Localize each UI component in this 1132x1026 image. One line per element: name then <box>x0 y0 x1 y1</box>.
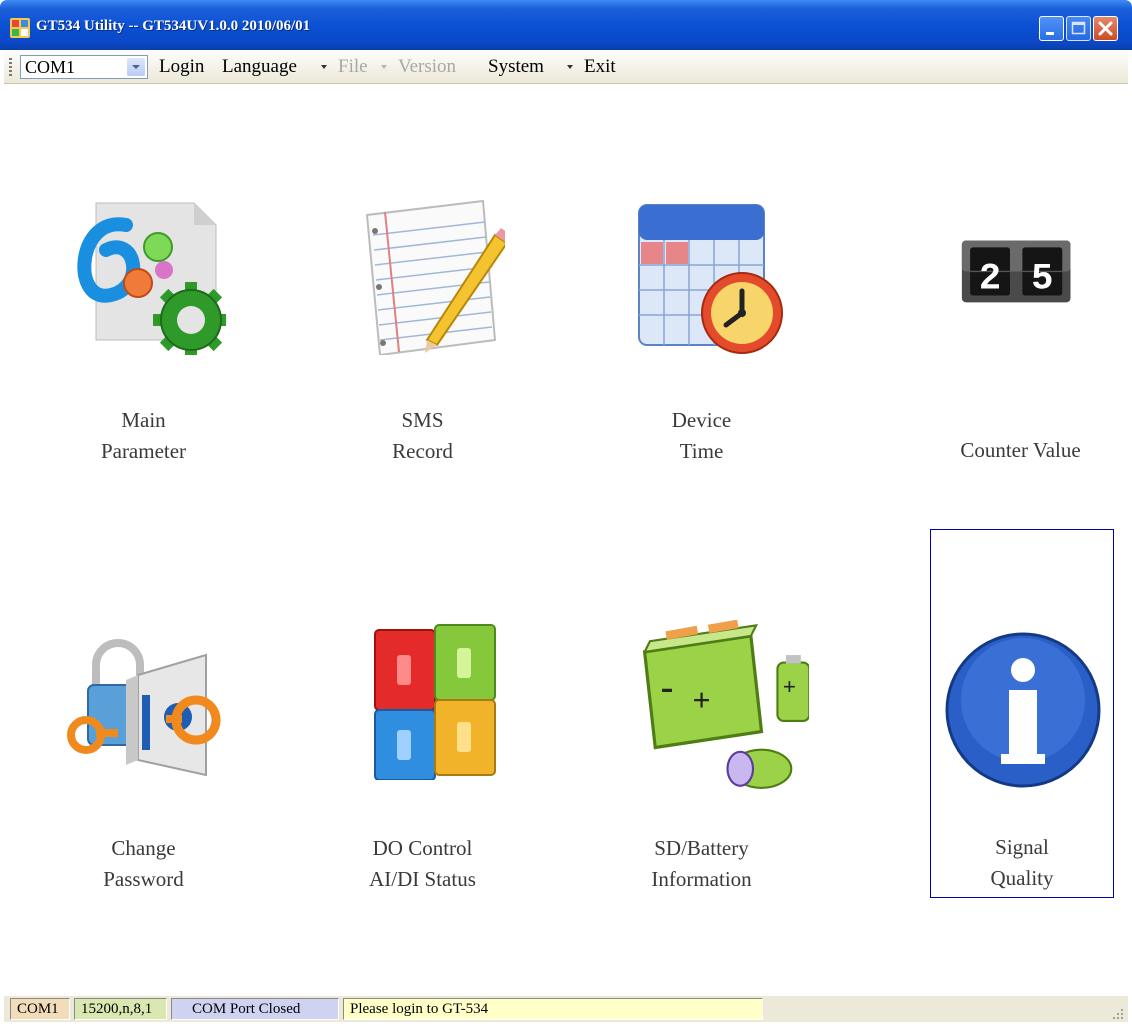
status-bar: COM1 15200,n,8,1 COM Port Closed Please … <box>4 995 1128 1022</box>
tile-label-line: SMS <box>401 408 444 432</box>
flip-counter-icon: 2 5 <box>961 240 1071 303</box>
resize-grip-icon[interactable] <box>1110 1006 1124 1020</box>
com-port-value: COM1 <box>25 57 76 77</box>
tile-label-line: Password <box>103 867 184 891</box>
calendar-clock-icon <box>638 204 783 354</box>
close-icon <box>1098 21 1113 36</box>
status-connection-state: COM Port Closed <box>171 998 339 1020</box>
notepad-pencil-icon <box>365 199 505 355</box>
tile-label-line: Main <box>121 408 166 432</box>
main-panel: Main Parameter SMS Record Device Time 2 … <box>4 85 1128 995</box>
tile-change-password[interactable]: Change Password <box>51 615 236 985</box>
tile-label: Signal Quality <box>931 832 1113 894</box>
tile-counter-value[interactable]: 2 5 Counter Value <box>928 195 1113 565</box>
menu-exit[interactable]: Exit <box>584 56 616 78</box>
maximize-button[interactable] <box>1066 16 1091 41</box>
tile-label: DO Control AI/DI Status <box>330 833 515 895</box>
tile-label-line: Record <box>392 439 453 463</box>
tile-label: Device Time <box>609 405 794 467</box>
status-message: Please login to GT-534 <box>343 998 763 1020</box>
menu-file: File <box>338 56 368 77</box>
language-dropdown-icon[interactable] <box>320 63 328 71</box>
title-bar[interactable]: GT534 Utility -- GT534UV1.0.0 2010/06/01 <box>0 0 1132 50</box>
window-title: GT534 Utility -- GT534UV1.0.0 2010/06/01 <box>36 18 311 34</box>
tile-label-line: Counter Value <box>960 438 1081 462</box>
tile-label: SD/Battery Information <box>609 833 794 895</box>
tile-label: Main Parameter <box>51 405 236 467</box>
app-icon <box>10 18 30 38</box>
maximize-icon <box>1071 21 1086 35</box>
tile-label-line: Time <box>679 439 724 463</box>
system-dropdown-icon[interactable] <box>566 63 574 71</box>
minimize-button[interactable] <box>1039 16 1064 41</box>
battery-plus-label: + <box>783 674 796 700</box>
tile-label-line: Device <box>671 408 732 432</box>
tile-do-control[interactable]: DO Control AI/DI Status <box>330 615 515 985</box>
battery-plus-label: + <box>692 682 710 717</box>
settings-gear-icon <box>77 202 226 355</box>
tile-label-line: Signal <box>995 835 1049 859</box>
tile-label-line: Quality <box>990 866 1054 890</box>
menu-version: Version <box>398 56 457 77</box>
tile-label-line: DO Control <box>372 836 473 860</box>
info-icon <box>945 632 1101 788</box>
counter-digit: 5 <box>1031 259 1053 301</box>
tile-label: Change Password <box>51 833 236 895</box>
lock-key-icon <box>67 639 221 777</box>
tile-signal-quality[interactable]: Signal Quality <box>930 529 1114 898</box>
tile-device-time[interactable]: Device Time <box>609 195 794 565</box>
minimize-icon <box>1046 32 1054 35</box>
tile-label-line: AI/DI Status <box>369 867 476 891</box>
file-dropdown-icon <box>381 65 387 69</box>
tile-label-line: Change <box>111 836 176 860</box>
tile-label: SMS Record <box>330 405 515 467</box>
close-button[interactable] <box>1093 16 1118 41</box>
menu-system[interactable]: System <box>488 56 544 78</box>
status-port: COM1 <box>10 998 70 1020</box>
menu-login[interactable]: Login <box>159 56 204 78</box>
dropdown-arrow-icon[interactable] <box>127 58 145 76</box>
battery-minus-label: - <box>661 667 674 709</box>
battery-icon: - + + <box>642 620 809 789</box>
status-serial-settings: 15200,n,8,1 <box>74 998 167 1020</box>
com-port-select[interactable]: COM1 <box>20 55 148 79</box>
tile-sd-battery[interactable]: - + + SD/Battery Information <box>609 615 809 985</box>
tile-label-line: Parameter <box>100 439 187 463</box>
switch-panel-icon <box>374 624 496 780</box>
menu-language[interactable]: Language <box>222 56 297 78</box>
tile-label-line: SD/Battery <box>654 836 749 860</box>
tile-sms-record[interactable]: SMS Record <box>330 195 515 565</box>
tile-label-line: Information <box>651 867 752 891</box>
tile-main-parameter[interactable]: Main Parameter <box>51 195 236 565</box>
toolbar-grip[interactable] <box>9 58 12 76</box>
tile-label: Counter Value <box>928 435 1113 466</box>
counter-digit: 2 <box>979 259 1001 301</box>
menu-bar: COM1 Login Language File Version System … <box>4 50 1128 84</box>
